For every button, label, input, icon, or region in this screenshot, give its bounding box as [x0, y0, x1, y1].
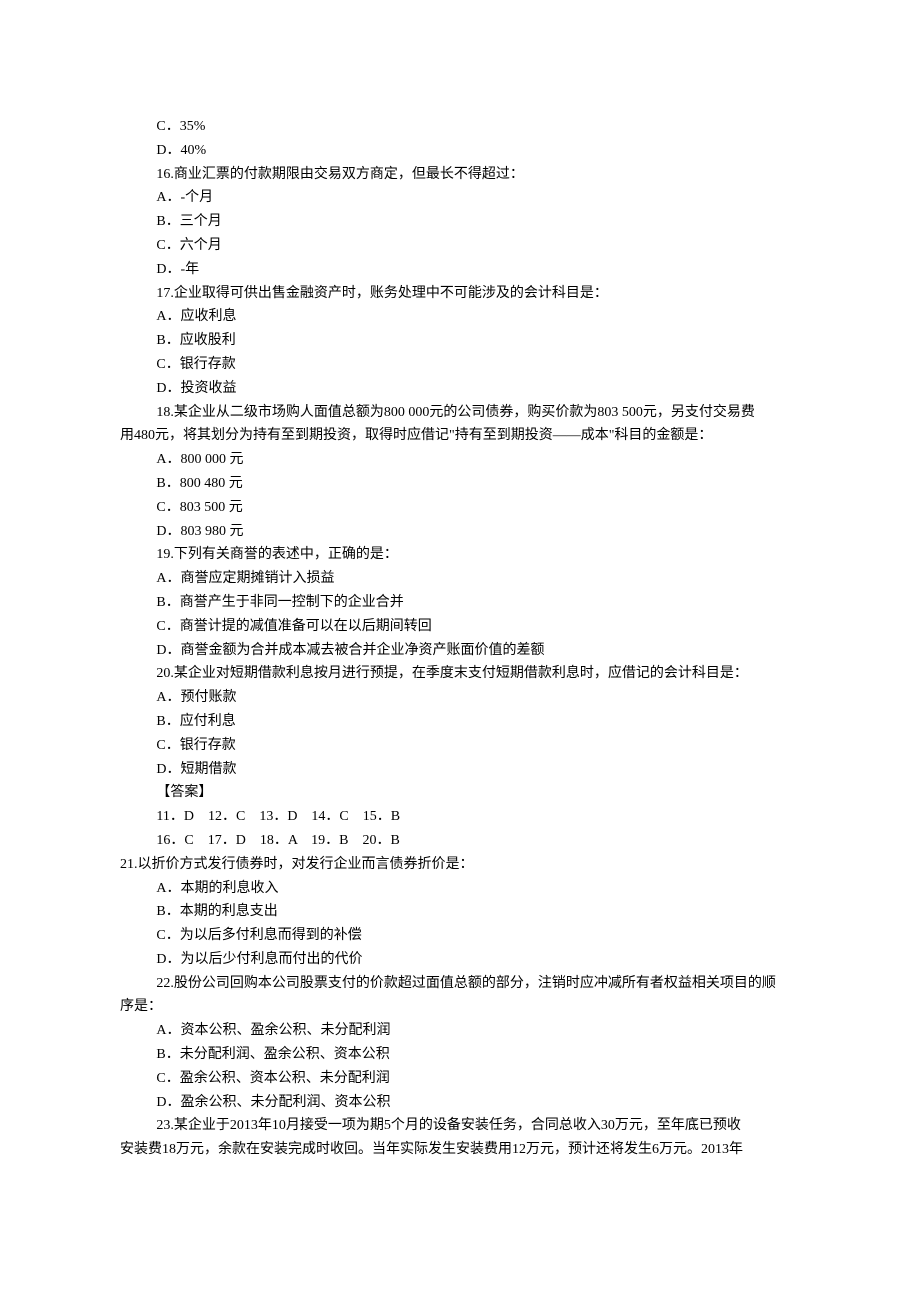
text-line: A．商誉应定期摊销计入损益	[120, 567, 800, 591]
text-line: 23.某企业于2013年10月接受一项为期5个月的设备安装任务，合同总收入30万…	[120, 1114, 800, 1138]
text-line: 用480元，将其划分为持有至到期投资，取得时应借记"持有至到期投资——成本"科目…	[120, 424, 800, 448]
text-line: C．商誉计提的减值准备可以在以后期间转回	[120, 615, 800, 639]
text-line: A．资本公积、盈余公积、未分配利润	[120, 1019, 800, 1043]
text-line: D．为以后少付利息而付出的代价	[120, 948, 800, 972]
text-line: A．本期的利息收入	[120, 877, 800, 901]
text-line: 22.股份公司回购本公司股票支付的价款超过面值总额的部分，注销时应冲减所有者权益…	[120, 972, 800, 996]
document-body: C．35%D．40%16.商业汇票的付款期限由交易双方商定，但最长不得超过：A．…	[120, 115, 800, 1162]
text-line: 【答案】	[120, 781, 800, 805]
text-line: D．40%	[120, 139, 800, 163]
text-line: C．35%	[120, 115, 800, 139]
text-line: C．803 500 元	[120, 496, 800, 520]
text-line: 20.某企业对短期借款利息按月进行预提，在季度末支付短期借款利息时，应借记的会计…	[120, 662, 800, 686]
text-line: B．未分配利润、盈余公积、资本公积	[120, 1043, 800, 1067]
text-line: D．商誉金额为合并成本减去被合并企业净资产账面价值的差额	[120, 639, 800, 663]
text-line: D．短期借款	[120, 758, 800, 782]
text-line: 21.以折价方式发行债券时，对发行企业而言债券折价是：	[120, 853, 800, 877]
text-line: 11．D 12．C 13．D 14．C 15．B	[120, 805, 800, 829]
text-line: A．-个月	[120, 186, 800, 210]
text-line: B．本期的利息支出	[120, 900, 800, 924]
text-line: B．800 480 元	[120, 472, 800, 496]
text-line: 序是：	[120, 995, 800, 1019]
text-line: D．投资收益	[120, 377, 800, 401]
text-line: C．银行存款	[120, 353, 800, 377]
text-line: 16．C 17．D 18．A 19．B 20．B	[120, 829, 800, 853]
text-line: B．商誉产生于非同一控制下的企业合并	[120, 591, 800, 615]
text-line: D．-年	[120, 258, 800, 282]
text-line: 19.下列有关商誉的表述中，正确的是：	[120, 543, 800, 567]
text-line: D．盈余公积、未分配利润、资本公积	[120, 1091, 800, 1115]
text-line: B．应收股利	[120, 329, 800, 353]
text-line: C．六个月	[120, 234, 800, 258]
text-line: A．800 000 元	[120, 448, 800, 472]
text-line: 18.某企业从二级市场购人面值总额为800 000元的公司债券，购买价款为803…	[120, 401, 800, 425]
text-line: A．预付账款	[120, 686, 800, 710]
text-line: B．三个月	[120, 210, 800, 234]
text-line: 17.企业取得可供出售金融资产时，账务处理中不可能涉及的会计科目是：	[120, 282, 800, 306]
text-line: C．盈余公积、资本公积、未分配利润	[120, 1067, 800, 1091]
text-line: D．803 980 元	[120, 520, 800, 544]
text-line: 安装费18万元，余款在安装完成时收回。当年实际发生安装费用12万元，预计还将发生…	[120, 1138, 800, 1162]
document-page: C．35%D．40%16.商业汇票的付款期限由交易双方商定，但最长不得超过：A．…	[0, 0, 920, 1302]
text-line: B．应付利息	[120, 710, 800, 734]
text-line: C．为以后多付利息而得到的补偿	[120, 924, 800, 948]
text-line: C．银行存款	[120, 734, 800, 758]
text-line: A．应收利息	[120, 305, 800, 329]
text-line: 16.商业汇票的付款期限由交易双方商定，但最长不得超过：	[120, 163, 800, 187]
